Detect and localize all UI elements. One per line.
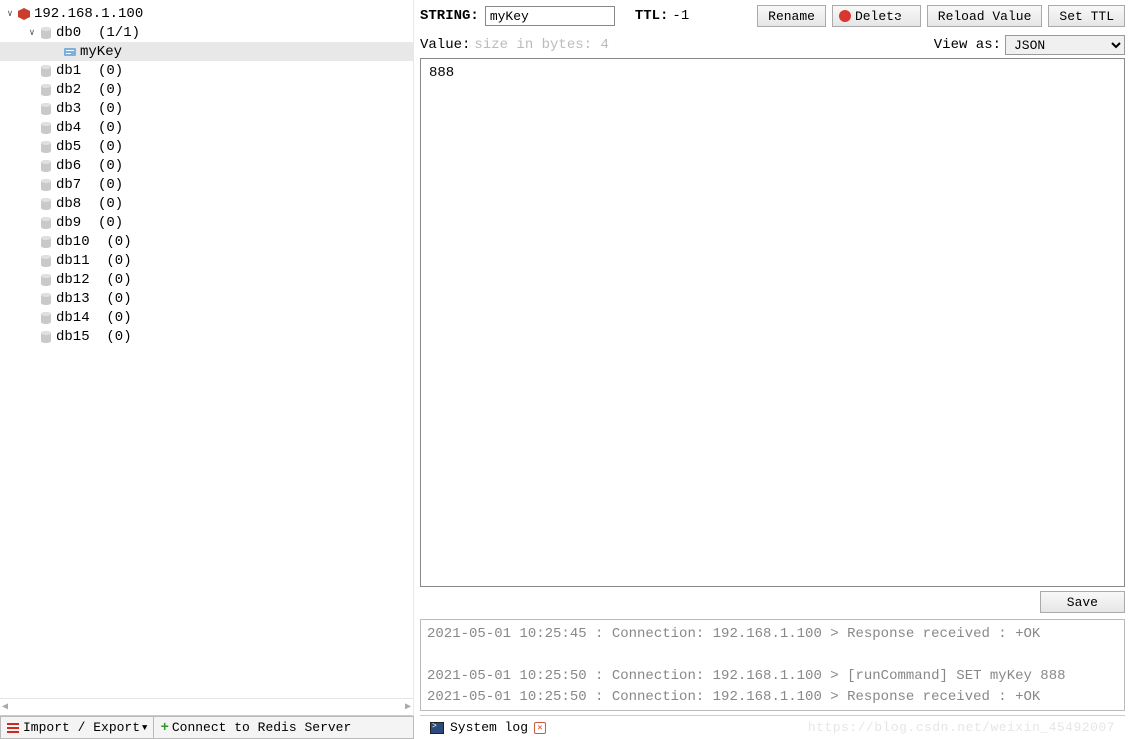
db-label: db8 (0) (56, 196, 123, 212)
key-label: myKey (80, 44, 122, 60)
chevron-down-icon[interactable]: ∨ (4, 8, 16, 20)
db-label: db5 (0) (56, 139, 123, 155)
database-icon (38, 196, 54, 212)
db-label: db3 (0) (56, 101, 123, 117)
database-icon (38, 63, 54, 79)
db-label: db7 (0) (56, 177, 123, 193)
tree-db-node[interactable]: ∨db5 (0) (0, 137, 413, 156)
db-label: db4 (0) (56, 120, 123, 136)
database-icon (38, 139, 54, 155)
chevron-down-icon[interactable]: ∨ (26, 27, 38, 39)
scroll-right-icon[interactable]: ▶ (405, 701, 411, 713)
tree-db-node[interactable]: ∨db10 (0) (0, 232, 413, 251)
horizontal-scrollbar[interactable]: ◀ ▶ (0, 698, 413, 715)
tree-db-node[interactable]: ∨db8 (0) (0, 194, 413, 213)
db-label: db0 (1/1) (56, 25, 140, 41)
tree-db-node[interactable]: ∨db3 (0) (0, 99, 413, 118)
save-button[interactable]: Save (1040, 591, 1125, 613)
key-name-input[interactable] (485, 6, 615, 26)
ttl-label: TTL: (635, 8, 669, 24)
key-tree-panel: ∨ 192.168.1.100 ∨db0 (1/1)∨myKey∨db1 (0)… (0, 0, 414, 739)
tree-db-node[interactable]: ∨db7 (0) (0, 175, 413, 194)
scroll-left-icon[interactable]: ◀ (2, 701, 8, 713)
key-header: STRING: TTL: -1 Rename Delete Reload Val… (420, 4, 1125, 28)
connect-button[interactable]: + Connect to Redis Server (153, 716, 414, 739)
value-size-meta: size in bytes: 4 (474, 37, 608, 53)
database-icon (38, 234, 54, 250)
tree-db-node[interactable]: ∨db15 (0) (0, 327, 413, 346)
log-line (427, 645, 1118, 666)
log-output[interactable]: 2021-05-01 10:25:45 : Connection: 192.16… (420, 619, 1125, 711)
value-panel: STRING: TTL: -1 Rename Delete Reload Val… (414, 0, 1131, 739)
tree-db-node[interactable]: ∨db11 (0) (0, 251, 413, 270)
viewas-select[interactable]: JSON (1005, 35, 1125, 55)
db-label: db14 (0) (56, 310, 132, 326)
database-icon (38, 329, 54, 345)
database-icon (38, 253, 54, 269)
left-toolbar: Import / Export ▼ + Connect to Redis Ser… (0, 715, 413, 739)
database-icon (38, 291, 54, 307)
database-icon (38, 272, 54, 288)
database-icon (38, 177, 54, 193)
type-label: STRING: (420, 8, 479, 24)
db-label: db15 (0) (56, 329, 132, 345)
db-label: db6 (0) (56, 158, 123, 174)
tree-db-node[interactable]: ∨db9 (0) (0, 213, 413, 232)
value-header: Value: size in bytes: 4 View as: JSON (420, 34, 1125, 56)
close-icon[interactable]: ✕ (534, 722, 546, 734)
bottom-tabs: System log ✕ https://blog.csdn.net/weixi… (420, 715, 1125, 739)
viewas-label: View as: (934, 37, 1001, 53)
reload-button[interactable]: Reload Value (927, 5, 1043, 27)
import-export-button[interactable]: Import / Export ▼ (0, 716, 154, 739)
tree-db-node[interactable]: ∨db2 (0) (0, 80, 413, 99)
database-icon (38, 215, 54, 231)
chevron-down-icon: ▼ (142, 723, 147, 733)
db-label: db2 (0) (56, 82, 123, 98)
connect-label: Connect to Redis Server (172, 720, 351, 735)
log-line: 2021-05-01 10:25:50 : Connection: 192.16… (427, 666, 1118, 687)
tree-key-node[interactable]: ∨myKey (0, 42, 413, 61)
tree-server-node[interactable]: ∨ 192.168.1.100 (0, 4, 413, 23)
tree-db-node[interactable]: ∨db6 (0) (0, 156, 413, 175)
log-line: 2021-05-01 10:25:45 : Connection: 192.16… (427, 624, 1118, 645)
delete-label: Delete (855, 9, 902, 24)
tree-db-node[interactable]: ∨db12 (0) (0, 270, 413, 289)
tree-db-node[interactable]: ∨db14 (0) (0, 308, 413, 327)
import-export-label: Import / Export (23, 720, 140, 735)
database-icon (38, 82, 54, 98)
key-icon (62, 44, 78, 60)
tree-db-node[interactable]: ∨db1 (0) (0, 61, 413, 80)
db-label: db10 (0) (56, 234, 132, 250)
tree-scroll[interactable]: ∨ 192.168.1.100 ∨db0 (1/1)∨myKey∨db1 (0)… (0, 0, 413, 698)
database-icon (38, 25, 54, 41)
db-label: db11 (0) (56, 253, 132, 269)
system-log-label: System log (450, 720, 528, 735)
database-icon (38, 120, 54, 136)
database-icon (38, 158, 54, 174)
value-label: Value: (420, 37, 470, 53)
terminal-icon (430, 722, 444, 734)
value-editor[interactable]: 888 (420, 58, 1125, 587)
ttl-value: -1 (672, 8, 689, 24)
log-line: 2021-05-01 10:25:50 : Connection: 192.16… (427, 687, 1118, 708)
db-label: db9 (0) (56, 215, 123, 231)
server-label: 192.168.1.100 (34, 6, 143, 22)
plus-icon: + (160, 720, 168, 736)
system-log-tab[interactable]: System log ✕ (420, 716, 556, 739)
tree-db-node[interactable]: ∨db13 (0) (0, 289, 413, 308)
tree-db-node[interactable]: ∨ db0 (1/1) (0, 23, 413, 42)
db-label: db13 (0) (56, 291, 132, 307)
set-ttl-button[interactable]: Set TTL (1048, 5, 1125, 27)
database-icon (38, 310, 54, 326)
redis-icon (16, 6, 32, 22)
import-export-icon (7, 722, 19, 734)
watermark: https://blog.csdn.net/weixin_45492007 (808, 720, 1115, 735)
tree-db-node[interactable]: ∨db4 (0) (0, 118, 413, 137)
delete-button[interactable]: Delete (832, 5, 921, 27)
database-icon (38, 101, 54, 117)
db-label: db1 (0) (56, 63, 123, 79)
db-label: db12 (0) (56, 272, 132, 288)
rename-button[interactable]: Rename (757, 5, 826, 27)
